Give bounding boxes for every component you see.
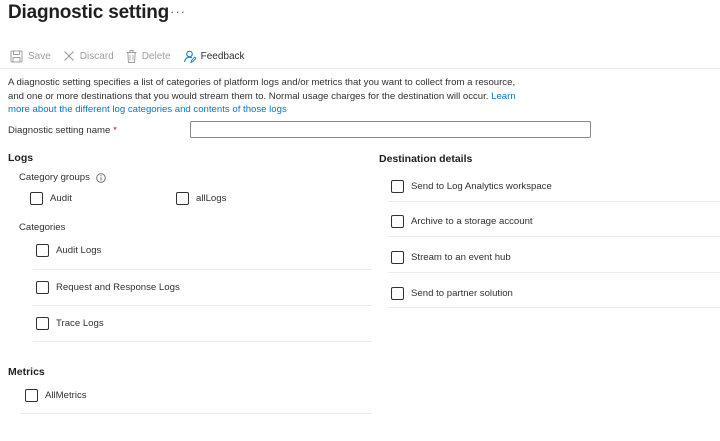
category-group-audit[interactable]: Audit xyxy=(30,192,72,205)
destination-storage-account[interactable]: Archive to a storage account xyxy=(391,215,533,228)
partner-solution-checkbox[interactable] xyxy=(391,287,404,300)
trace-logs-label: Trace Logs xyxy=(56,318,104,329)
log-analytics-label: Send to Log Analytics workspace xyxy=(411,181,552,192)
metrics-divider xyxy=(20,413,372,414)
info-icon[interactable] xyxy=(96,172,106,183)
feedback-icon xyxy=(183,50,196,63)
request-response-logs-checkbox[interactable] xyxy=(36,281,49,294)
categories-label: Categories xyxy=(19,222,66,233)
event-hub-label: Stream to an event hub xyxy=(411,252,511,263)
trash-icon xyxy=(126,49,137,63)
request-response-logs-label: Request and Response Logs xyxy=(56,282,180,293)
feedback-label: Feedback xyxy=(200,50,245,62)
save-label: Save xyxy=(28,50,51,62)
destination-divider xyxy=(388,272,720,273)
storage-account-checkbox[interactable] xyxy=(391,215,404,228)
alllogs-checkbox[interactable] xyxy=(176,192,189,205)
trace-logs-checkbox[interactable] xyxy=(36,317,49,330)
storage-account-label: Archive to a storage account xyxy=(411,216,533,227)
feedback-button[interactable]: Feedback xyxy=(183,50,245,63)
category-divider xyxy=(33,305,372,306)
allmetrics-checkbox[interactable] xyxy=(25,389,38,402)
more-options-icon[interactable]: ··· xyxy=(170,4,186,19)
delete-button[interactable]: Delete xyxy=(126,49,171,63)
setting-name-label: Diagnostic setting name * xyxy=(8,125,117,136)
partner-solution-label: Send to partner solution xyxy=(411,288,513,299)
save-button[interactable]: Save xyxy=(10,50,51,63)
command-bar: Save Discard Delete Feedback xyxy=(10,46,257,66)
logs-heading: Logs xyxy=(8,152,34,164)
log-analytics-checkbox[interactable] xyxy=(391,180,404,193)
description: A diagnostic setting specifies a list of… xyxy=(8,76,523,117)
category-divider xyxy=(33,341,372,342)
save-icon xyxy=(10,50,23,62)
destination-divider xyxy=(388,236,720,237)
metric-allmetrics[interactable]: AllMetrics xyxy=(25,389,87,402)
allmetrics-label: AllMetrics xyxy=(45,390,87,401)
category-group-alllogs[interactable]: allLogs xyxy=(176,192,226,205)
delete-label: Delete xyxy=(141,50,171,62)
toolbar-divider xyxy=(0,68,720,69)
close-icon xyxy=(63,51,74,61)
category-groups-label-text: Category groups xyxy=(19,172,90,183)
setting-name-input[interactable] xyxy=(190,121,591,138)
event-hub-checkbox[interactable] xyxy=(391,251,404,264)
audit-logs-label: Audit Logs xyxy=(56,245,102,256)
audit-logs-checkbox[interactable] xyxy=(36,244,49,257)
destination-divider xyxy=(388,307,720,308)
category-audit-logs[interactable]: Audit Logs xyxy=(36,244,101,257)
category-trace-logs[interactable]: Trace Logs xyxy=(36,317,104,330)
alllogs-label: allLogs xyxy=(196,193,227,204)
description-text: A diagnostic setting specifies a list of… xyxy=(8,77,516,102)
required-indicator: * xyxy=(113,125,117,136)
destination-event-hub[interactable]: Stream to an event hub xyxy=(391,251,511,264)
audit-checkbox[interactable] xyxy=(30,192,43,205)
page-title: Diagnostic setting xyxy=(8,2,170,23)
discard-label: Discard xyxy=(79,50,114,62)
audit-label: Audit xyxy=(50,193,72,204)
metrics-heading: Metrics xyxy=(8,366,45,378)
destination-heading: Destination details xyxy=(379,153,473,165)
category-divider xyxy=(33,269,372,270)
destination-log-analytics[interactable]: Send to Log Analytics workspace xyxy=(391,180,552,193)
discard-button[interactable]: Discard xyxy=(63,50,114,62)
setting-name-label-text: Diagnostic setting name xyxy=(8,125,111,136)
category-request-response-logs[interactable]: Request and Response Logs xyxy=(36,281,180,294)
destination-partner-solution[interactable]: Send to partner solution xyxy=(391,287,513,300)
destination-divider xyxy=(388,201,720,202)
category-groups-label: Category groups xyxy=(19,172,106,183)
